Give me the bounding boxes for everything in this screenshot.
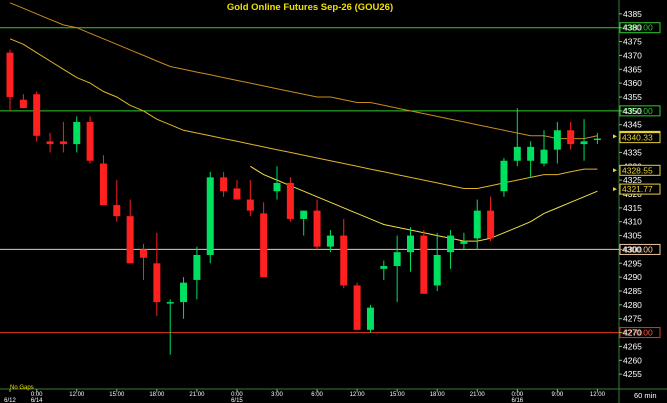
candle-body [126, 216, 134, 264]
x-tick-label: 18:00 [430, 392, 446, 398]
x-date-label: 6/14 [31, 398, 43, 403]
candle-body [567, 130, 575, 145]
y-tick-label: 4375 [623, 37, 642, 47]
candle-body [33, 94, 41, 136]
x-tick-label: 15:00 [109, 392, 125, 398]
y-tick-label: 4255 [623, 369, 642, 379]
candle-body [433, 254, 441, 286]
candle-body [313, 210, 321, 247]
x-tick-label: 15:00 [390, 392, 406, 398]
candle-body [246, 199, 254, 211]
y-tick-label: 4305 [623, 231, 642, 241]
candle-body [366, 307, 374, 330]
candle-body [180, 282, 188, 303]
y-tick-label: 4335 [623, 147, 642, 157]
candle-body [460, 241, 468, 244]
y-tick-label: 4360 [623, 78, 642, 88]
candle-body [6, 52, 14, 97]
candle-body [193, 254, 201, 280]
y-tick-label: 4290 [623, 272, 642, 282]
x-tick-label: 9:00 [552, 392, 564, 398]
x-tick-label: 18:00 [149, 392, 165, 398]
candle-body [206, 177, 214, 255]
x-tick-label: 6:00 [311, 392, 323, 398]
candle-body [73, 121, 81, 145]
candle-body [113, 205, 121, 217]
candle-body [513, 146, 521, 161]
candle-body [86, 121, 94, 161]
candle-body [233, 188, 241, 200]
candle-body [46, 141, 54, 145]
candle-body [500, 160, 508, 192]
x-tick-label: 21:00 [189, 392, 205, 398]
candle-body [553, 130, 561, 150]
period-label: 60 min [634, 391, 657, 400]
x-tick-label: 12:00 [69, 392, 85, 398]
candle-body [353, 285, 361, 330]
candle-body [166, 302, 174, 304]
chart-title: Gold Online Futures Sep-26 (GOU26) [227, 2, 393, 13]
candle-body [273, 182, 281, 192]
candle-body [540, 149, 548, 164]
y-tick-label: 4310 [623, 217, 642, 227]
x-tick-label: 12:00 [350, 392, 366, 398]
y-tick-label: 4275 [623, 314, 642, 324]
candle-body [59, 141, 67, 145]
candle-body [420, 235, 428, 294]
candle-body [19, 99, 27, 109]
candle-body [220, 177, 228, 192]
x-tick-label: 12:00 [590, 392, 606, 398]
candle-body [286, 182, 294, 219]
futures-chart: 4380.004350.004300.004270.00 42554260426… [0, 0, 667, 403]
candle-body [260, 213, 268, 278]
y-tick-label: 4265 [623, 341, 642, 351]
y-tick-label: 4285 [623, 286, 642, 296]
price-badge-label: 4340.33 [622, 133, 653, 143]
x-date-label: 6/15 [231, 398, 243, 403]
y-tick-label: 4355 [623, 92, 642, 102]
y-tick-label: 4280 [623, 300, 642, 310]
y-tick-label: 4385 [623, 9, 642, 19]
candle-body [527, 146, 535, 161]
candle-body [473, 210, 481, 239]
candle-body [447, 235, 455, 253]
candle-body [380, 266, 388, 269]
y-tick-label: 4270 [623, 328, 642, 338]
x-date-label: 6/12 [4, 398, 16, 403]
x-tick-label: 3:00 [271, 392, 283, 398]
y-tick-label: 4260 [623, 355, 642, 365]
price-badge-label: 4328.55 [622, 165, 653, 175]
price-badge-label: 4321.77 [622, 184, 653, 194]
y-tick-label: 4315 [623, 203, 642, 213]
y-tick-label: 4365 [623, 64, 642, 74]
candle-body [326, 235, 334, 247]
x-date-label: 6/16 [511, 398, 523, 403]
candle-body [407, 235, 414, 253]
candle-body [487, 210, 495, 239]
y-tick-label: 4300 [623, 244, 642, 254]
candle-body [340, 235, 348, 286]
candle-body [300, 210, 308, 219]
y-tick-label: 4295 [623, 258, 642, 268]
candle-body [153, 263, 161, 303]
y-tick-label: 4345 [623, 120, 642, 130]
y-tick-label: 4380 [623, 23, 642, 33]
candle-body [140, 249, 147, 258]
candle-body [580, 141, 588, 145]
y-tick-label: 4370 [623, 50, 642, 60]
candle-body [593, 138, 601, 141]
gaps-note: No Gaps [10, 385, 34, 391]
candle-body [393, 252, 401, 267]
y-tick-label: 4350 [623, 106, 642, 116]
x-tick-label: 21:00 [470, 392, 486, 398]
candle-body [99, 163, 107, 206]
